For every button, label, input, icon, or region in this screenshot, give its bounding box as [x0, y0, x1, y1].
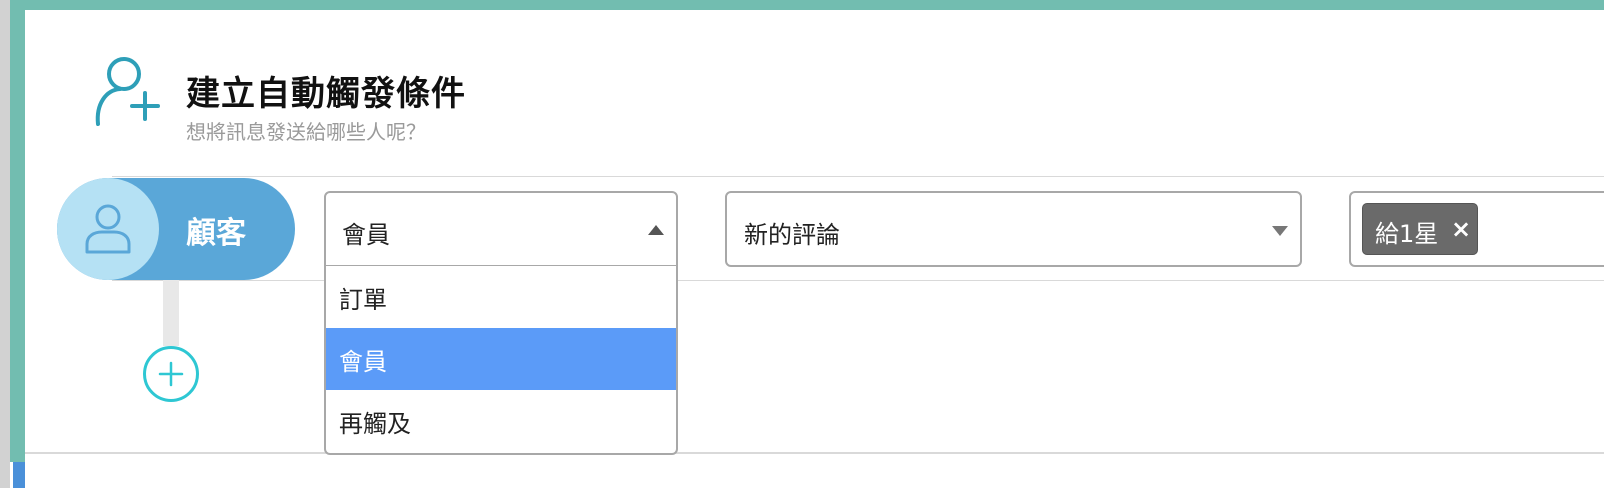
user-icon — [82, 202, 134, 256]
frame-border-left — [10, 0, 25, 462]
add-condition-button[interactable] — [143, 346, 199, 402]
condition-row-top-border — [112, 176, 1604, 177]
option-member[interactable]: 會員 — [326, 328, 676, 390]
condition-type-select[interactable]: 會員 — [324, 191, 678, 267]
chevron-up-icon — [648, 225, 664, 235]
event-select-value: 新的評論 — [744, 221, 840, 249]
condition-connector-line — [163, 278, 179, 346]
frame-border-top — [10, 0, 1604, 10]
add-user-icon — [88, 52, 168, 132]
condition-type-dropdown: 訂單 會員 再觸及 — [324, 265, 678, 455]
option-retarget[interactable]: 再觸及 — [326, 390, 676, 452]
option-order[interactable]: 訂單 — [326, 266, 676, 328]
filter-tag-label: 給1星 — [1375, 220, 1439, 248]
chevron-down-icon — [1272, 226, 1288, 236]
plus-icon — [158, 361, 184, 387]
option-label: 訂單 — [339, 286, 387, 314]
left-edge — [0, 0, 10, 488]
option-label: 再觸及 — [339, 410, 411, 438]
app-frame: 建立自動觸發條件 想將訊息發送給哪些人呢？ 顧客 會員 訂單 會員 再觸及 新的… — [0, 0, 1604, 488]
panel-bottom-border — [25, 452, 1604, 454]
condition-type-value: 會員 — [342, 221, 390, 249]
event-select[interactable]: 新的評論 — [725, 191, 1302, 267]
close-icon[interactable]: × — [1451, 214, 1471, 244]
page-title: 建立自動觸發條件 — [186, 74, 466, 114]
option-label: 會員 — [339, 348, 387, 376]
page-subtitle: 想將訊息發送給哪些人呢？ — [186, 120, 426, 144]
filter-tag: 給1星 × — [1362, 203, 1478, 255]
edge-accent — [13, 462, 25, 488]
audience-label: 顧客 — [186, 216, 246, 251]
